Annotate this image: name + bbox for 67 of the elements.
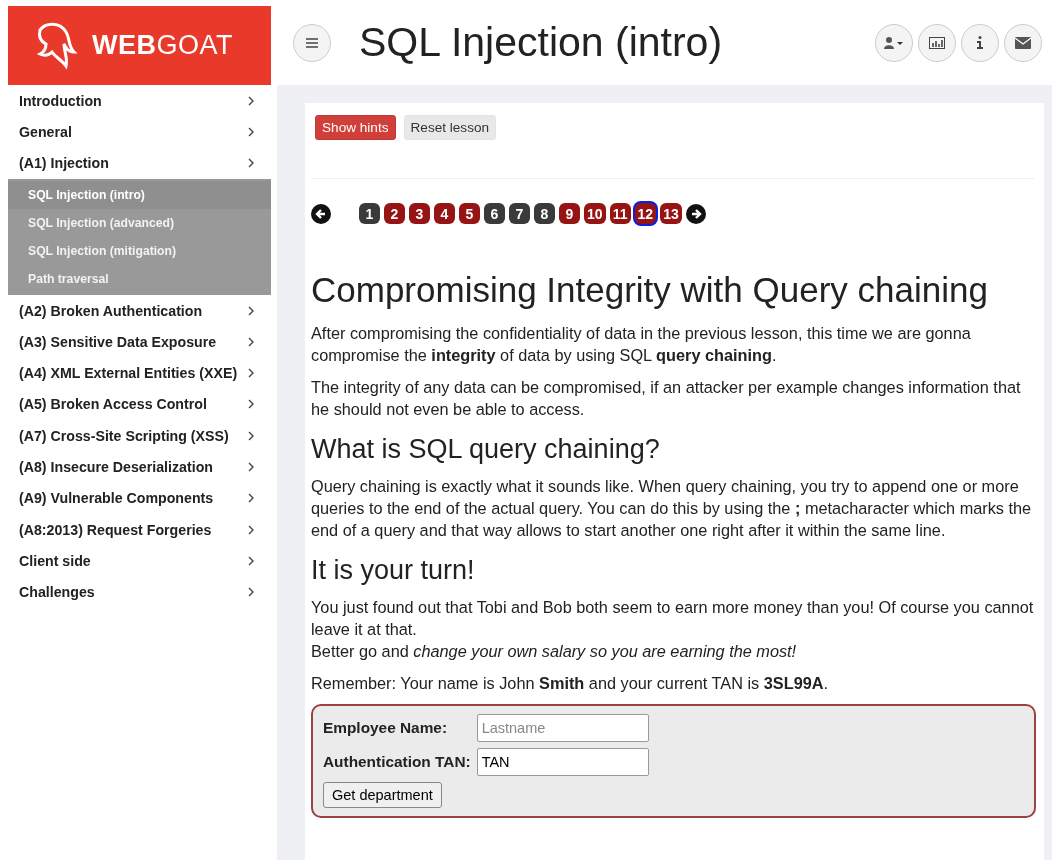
chevron-icon: [247, 430, 255, 441]
show-hints-button[interactable]: Show hints: [315, 115, 396, 140]
section-heading: It is your turn!: [311, 555, 476, 586]
info-button[interactable]: [961, 23, 999, 62]
sidebar-item[interactable]: (A7) Cross-Site Scripting (XSS): [8, 420, 271, 452]
input-field[interactable]: TAN: [476, 748, 649, 776]
input-field[interactable]: Lastname: [476, 714, 649, 742]
section-heading: What is SQL query chaining?: [311, 434, 661, 465]
page-number[interactable]: 7: [509, 203, 530, 224]
chevron-icon: [247, 336, 255, 347]
page-number[interactable]: 10: [584, 203, 606, 224]
reset-lesson-button[interactable]: Reset lesson: [403, 115, 497, 140]
bar-chart-icon: [929, 36, 945, 49]
chevron-icon: [247, 95, 255, 106]
logo-text: WEBGOAT: [92, 30, 233, 61]
sidebar-item[interactable]: Introduction: [8, 85, 271, 117]
page-title: SQL Injection (intro): [359, 19, 724, 66]
sidebar-item[interactable]: (A4) XML External Entities (XXE): [8, 357, 271, 389]
page-number[interactable]: 8: [534, 203, 555, 224]
sidebar-item[interactable]: (A8) Insecure Deserialization: [8, 451, 271, 483]
chevron-icon: [247, 462, 255, 472]
page-number[interactable]: 5: [459, 203, 480, 224]
sidebar-item[interactable]: Client side: [8, 545, 271, 577]
chevron-icon: [247, 126, 255, 137]
field-label: Employee Name:: [323, 719, 449, 737]
page-number[interactable]: 6: [484, 203, 505, 224]
page-number[interactable]: 11: [609, 203, 631, 224]
page-number[interactable]: 4: [434, 203, 455, 224]
get-department-button[interactable]: Get department: [323, 782, 442, 808]
envelope-icon: [1015, 36, 1031, 49]
sidebar-item[interactable]: (A5) Broken Access Control: [8, 388, 271, 421]
sidebar-item[interactable]: (A1) Injection: [8, 147, 271, 179]
paragraph: Remember: Your name is John Smith and your current TAN is 3SL99A.: [311, 673, 830, 694]
sidebar-item[interactable]: (A2) Broken Authentication: [8, 294, 271, 327]
chevron-icon: [247, 399, 255, 410]
info-icon: [977, 36, 983, 49]
menu-icon: [306, 37, 318, 48]
chevron-icon: [247, 158, 255, 169]
page-number[interactable]: 1: [359, 203, 380, 224]
report-button[interactable]: [918, 23, 956, 62]
menu-button[interactable]: [293, 23, 331, 62]
paragraph: After compromising the confidentiality of data in the previous lesson, this time we are gonna compromise the integrity of data by using SQL query chaining.: [311, 323, 972, 366]
page-number[interactable]: 2: [384, 203, 405, 224]
paragraph: You just found out that Tobi and Bob both seem to earn more money than you! Of course you cannot leave it at that.: [311, 597, 1034, 640]
page-number[interactable]: 9: [559, 203, 580, 224]
user-menu-button[interactable]: [875, 23, 913, 62]
lesson-heading: Compromising Integrity with Query chaining: [311, 270, 989, 310]
mail-button[interactable]: [1004, 23, 1042, 62]
chevron-icon: [247, 305, 255, 316]
sidebar-item[interactable]: (A3) Sensitive Data Exposure: [8, 326, 271, 358]
field-label: Authentication TAN:: [323, 753, 471, 771]
chevron-icon: [247, 493, 255, 504]
chevron-icon: [247, 524, 255, 535]
user-icon: [884, 36, 904, 49]
page-number[interactable]: 3: [409, 203, 430, 224]
sidebar-item[interactable]: Challenges: [8, 576, 271, 608]
page-number[interactable]: 12: [634, 203, 657, 224]
chevron-icon: [247, 555, 255, 566]
paragraph: The integrity of any data can be compromised, if an attacker per example changes information that he should not even be able to access.: [311, 377, 1022, 420]
chevron-icon: [247, 368, 255, 379]
chevron-icon: [247, 587, 255, 598]
paragraph: Better go and change your own salary so you are earning the most!: [311, 641, 798, 662]
page-number[interactable]: 13: [660, 203, 682, 224]
sidebar-item[interactable]: General: [8, 116, 271, 148]
paragraph: Query chaining is exactly what it sounds like. When query chaining, you try to append one or more queries to the end of the actual query. You can do this by using the ; metacharacter which marks the end of a query and that way allows to start another one right after it within the same line.: [311, 476, 1033, 541]
sidebar-item[interactable]: (A8:2013) Request Forgeries: [8, 513, 271, 546]
sidebar-item[interactable]: (A9) Vulnerable Components: [8, 482, 271, 514]
